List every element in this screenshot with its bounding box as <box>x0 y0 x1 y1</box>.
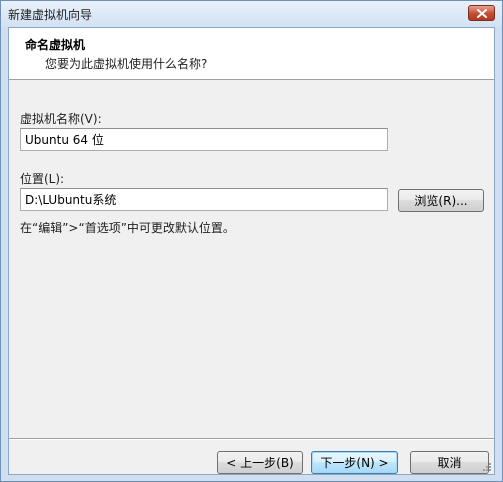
location-hint: 在“编辑”>“首选项”中可更改默认位置。 <box>20 221 235 235</box>
back-button[interactable]: < 上一步(B) <box>217 451 303 474</box>
browse-button[interactable]: 浏览(R)... <box>398 189 484 212</box>
close-button[interactable] <box>468 5 495 21</box>
location-label: 位置(L): <box>20 172 65 186</box>
close-icon <box>477 9 487 18</box>
title-bar[interactable]: 新建虚拟机向导 <box>1 1 502 27</box>
vm-name-input[interactable] <box>20 128 388 151</box>
cancel-button[interactable]: 取消 <box>410 451 489 474</box>
page-subtitle: 您要为此虚拟机使用什么名称? <box>45 57 208 71</box>
wizard-header: 命名虚拟机 您要为此虚拟机使用什么名称? <box>9 28 494 80</box>
location-input[interactable] <box>20 188 388 211</box>
vm-name-label: 虚拟机名称(V): <box>20 112 102 126</box>
footer-divider <box>9 438 494 440</box>
wizard-client-area: 命名虚拟机 您要为此虚拟机使用什么名称? 虚拟机名称(V): 位置(L): 浏览… <box>8 27 495 475</box>
window-title: 新建虚拟机向导 <box>8 8 93 22</box>
resize-grip-icon[interactable] <box>482 462 492 472</box>
page-title: 命名虚拟机 <box>25 38 86 52</box>
wizard-window: 新建虚拟机向导 命名虚拟机 您要为此虚拟机使用什么名称? 虚拟机名称(V): 位… <box>0 0 503 482</box>
next-button[interactable]: 下一步(N) > <box>311 451 398 474</box>
